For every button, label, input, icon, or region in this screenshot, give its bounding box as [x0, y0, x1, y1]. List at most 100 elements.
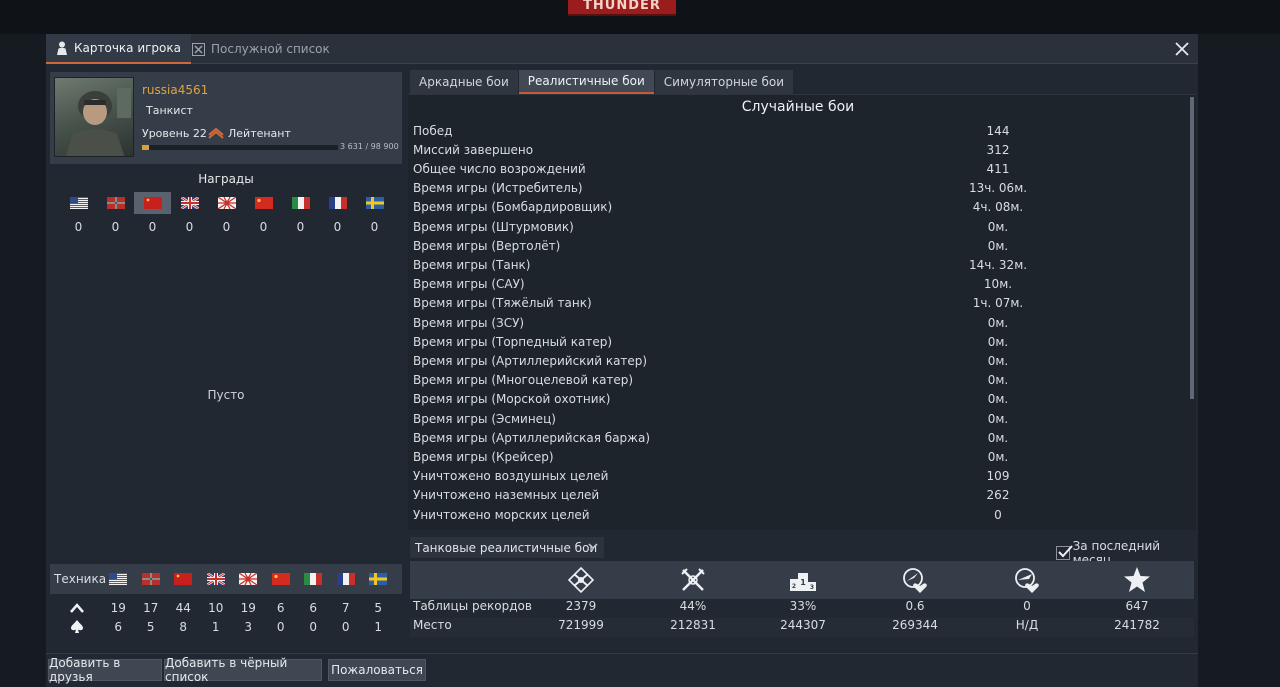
awards-country-china[interactable] [245, 192, 282, 214]
stat-value: 109 [986, 469, 1010, 484]
awards-country-uk[interactable] [171, 192, 208, 214]
stat-row: Время игры (ЗСУ) 0м. [413, 313, 1183, 332]
vehicles-count: 7 [341, 600, 350, 615]
vehicles-country-china[interactable] [265, 568, 298, 590]
action-button-bar: Добавить в друзья Добавить в чёрный спис… [46, 653, 1198, 687]
stat-label: Время игры (Штурмовик) [413, 219, 574, 234]
player-rank: Лейтенант [228, 127, 291, 140]
leaderboard-value: 33% [789, 599, 817, 613]
stat-label: Время игры (Торпедный катер) [413, 334, 613, 349]
tab-player-card[interactable]: Карточка игрока [46, 34, 191, 64]
awards-country-japan[interactable] [208, 192, 245, 214]
vehicles-count: 1 [211, 619, 220, 634]
stat-row: Время игры (Танк) 14ч. 32м. [413, 255, 1183, 274]
awards-count: 0 [111, 220, 120, 234]
window-titlebar: Карточка игрока Послужной список [46, 34, 1198, 64]
stat-row: Побед 144 [413, 121, 1183, 140]
stat-label: Время игры (Бомбардировщик) [413, 200, 613, 215]
awards-country-ussr[interactable] [134, 192, 171, 214]
awards-country-sweden[interactable] [356, 192, 393, 214]
awards-count: 0 [185, 220, 194, 234]
awards-title: Награды [198, 172, 254, 186]
leaderboard-value: Н/Д [1015, 618, 1039, 632]
stat-value: 10м. [983, 277, 1013, 292]
china-flag-icon [271, 573, 290, 585]
add-friend-button[interactable]: Добавить в друзья [48, 656, 162, 684]
vehicles-count: 0 [341, 619, 350, 634]
stat-label: Время игры (Артиллерийский катер) [413, 353, 648, 368]
vehicles-country-sweden[interactable] [362, 568, 395, 590]
stat-row: Время игры (Крейсер) 0м. [413, 447, 1183, 466]
checkbox-box[interactable] [1056, 545, 1073, 560]
tab-service-record[interactable]: Послужной список [182, 34, 340, 64]
stat-label: Время игры (Крейсер) [413, 449, 554, 464]
leaderboard-value: 241782 [1114, 618, 1160, 632]
awards-count: 0 [222, 220, 231, 234]
player-card-window: Карточка игрока Послужной список russia4… [46, 34, 1198, 687]
vehicles-country-japan[interactable] [232, 568, 265, 590]
vehicles-country-ussr[interactable] [167, 568, 200, 590]
report-button[interactable]: Пожаловаться [328, 659, 426, 681]
italy-flag-icon [291, 197, 310, 209]
add-blacklist-button[interactable]: Добавить в чёрный список [164, 656, 322, 684]
stat-label: Время игры (САУ) [413, 277, 525, 292]
vehicles-count: 19 [110, 600, 126, 615]
sweden-flag-icon [369, 573, 388, 585]
stat-value: 0м. [987, 334, 1009, 349]
stat-value: 0м. [987, 219, 1009, 234]
stat-label: Уничтожено воздушных целей [413, 469, 609, 484]
stat-value: 0м. [987, 238, 1009, 253]
awards-empty-text: Пусто [207, 388, 245, 402]
awards-country-germany[interactable] [97, 192, 134, 214]
awards-country-italy[interactable] [282, 192, 319, 214]
stat-label: Время игры (Вертолёт) [413, 238, 561, 253]
stat-value: 14ч. 32м. [968, 257, 1028, 272]
stat-value: 262 [986, 488, 1010, 503]
awards-country-france[interactable] [319, 192, 356, 214]
vehicles-country-france[interactable] [330, 568, 363, 590]
awards-count: 0 [333, 220, 342, 234]
france-flag-icon [328, 197, 347, 209]
stat-row: Уничтожено морских целей 0 [413, 505, 1183, 524]
tab-realistic[interactable]: Реалистичные бои [518, 70, 654, 94]
germany-flag-icon [141, 573, 160, 585]
avatar[interactable] [54, 77, 134, 157]
leaderboard-value: 721999 [558, 618, 604, 632]
chevron-down-icon [588, 543, 598, 550]
awards-country-usa[interactable] [60, 192, 97, 214]
star-icon [1124, 567, 1150, 592]
vehicles-country-italy[interactable] [297, 568, 330, 590]
vehicles-country-germany[interactable] [135, 568, 168, 590]
vehicles-count: 5 [146, 619, 155, 634]
stat-label: Время игры (Тяжёлый танк) [413, 296, 592, 311]
awards-count: 0 [74, 220, 83, 234]
stat-value: 0м. [987, 449, 1009, 464]
close-icon[interactable] [1172, 39, 1192, 59]
awards-count: 0 [148, 220, 157, 234]
xp-progress-bar [142, 145, 338, 150]
background-left [0, 34, 46, 687]
leaderboard-value: 212831 [670, 618, 716, 632]
leaderboard-mode-label: Танковые реалистичные бои [415, 540, 598, 555]
stats-scrollbar[interactable] [1190, 97, 1194, 399]
vehicles-count: 5 [374, 600, 383, 615]
leaderboard-mode-select[interactable]: Танковые реалистичные бои [410, 537, 604, 558]
svg-text:2: 2 [792, 583, 796, 590]
stat-value: 0 [994, 507, 1002, 522]
kd-air-icon [903, 568, 927, 593]
stat-value: 4ч. 08м. [972, 200, 1024, 215]
tab-simulator[interactable]: Симуляторные бои [654, 70, 794, 94]
stat-row: Время игры (Эсминец) 0м. [413, 409, 1183, 428]
tab-arcade[interactable]: Аркадные бои [410, 70, 518, 94]
vehicles-flag-row [102, 568, 395, 590]
vehicles-country-usa[interactable] [102, 568, 135, 590]
stat-row: Общее число возрождений 411 [413, 159, 1183, 178]
player-level: Уровень 22 [142, 127, 207, 140]
japan-flag-icon [239, 573, 258, 585]
vehicles-elite-row: 6 5 8 1 3 0 0 0 1 [50, 617, 402, 636]
stat-value: 312 [986, 142, 1010, 157]
vehicles-country-uk[interactable] [200, 568, 233, 590]
stat-value: 0м. [987, 315, 1009, 330]
stats-panel: Случайные бои Побед 144 Миссий завершено 31… [408, 94, 1196, 530]
stat-label: Время игры (Многоцелевой катер) [413, 373, 634, 388]
